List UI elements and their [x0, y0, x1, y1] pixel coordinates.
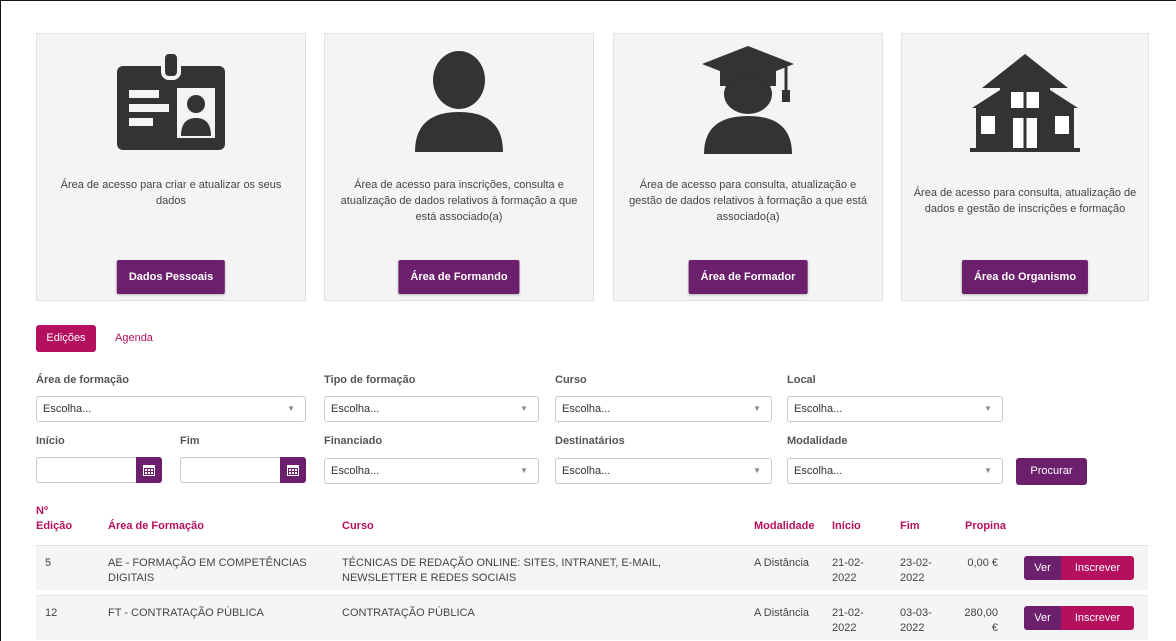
- destinatarios-select[interactable]: Escolha... ▼: [555, 458, 772, 484]
- cell-area: AE - FORMAÇÃO EM COMPETÊNCIAS DIGITAIS: [108, 556, 307, 586]
- calendar-icon[interactable]: [280, 457, 306, 483]
- building-icon: [902, 52, 1148, 152]
- curso-label: Curso: [555, 374, 587, 386]
- select-value: Escolha...: [562, 465, 611, 477]
- card-description: Área de acesso para inscrições, consulta…: [340, 179, 578, 223]
- card-area-formador: Área de acesso para consulta, atualizaçã…: [613, 33, 883, 301]
- cell-propina: 280,00 €: [964, 606, 998, 636]
- cell-propina-line1: 0,00 €: [967, 557, 998, 569]
- card-area-formando: Área de acesso para inscrições, consulta…: [324, 33, 594, 301]
- select-value: Escolha...: [331, 403, 380, 415]
- card-description: Área de acesso para consulta, atualizaçã…: [629, 179, 867, 223]
- ver-button[interactable]: Ver: [1024, 606, 1061, 630]
- area-formador-button[interactable]: Área de Formador: [688, 260, 808, 294]
- th-curso: Curso: [342, 520, 374, 532]
- area-organismo-button[interactable]: Área do Organismo: [961, 260, 1089, 294]
- card-dados-pessoais: Área de acesso para criar e atualizar os…: [36, 33, 306, 301]
- cell-fim-line2: 2022: [900, 572, 925, 584]
- user-icon: [325, 48, 593, 152]
- table-row: 12 FT - CONTRATAÇÃO PÚBLICA CONTRATAÇÃO …: [36, 595, 1148, 640]
- destinatarios-label: Destinatários: [555, 435, 625, 447]
- inicio-date-input[interactable]: [36, 457, 162, 483]
- cell-area-line1: AE - FORMAÇÃO EM COMPETÊNCIAS: [108, 557, 307, 569]
- cell-fim-line1: 03-03-: [900, 607, 932, 619]
- cell-inicio-line1: 21-02-: [832, 557, 864, 569]
- graduate-icon: [614, 42, 882, 154]
- cell-modalidade: A Distância: [754, 557, 810, 569]
- chevron-down-icon: ▼: [753, 404, 761, 413]
- chevron-down-icon: ▼: [520, 404, 528, 413]
- th-edicao-line1: Nº: [36, 505, 48, 517]
- fim-label: Fim: [180, 435, 200, 447]
- cell-modalidade: A Distância: [754, 607, 810, 619]
- tipo-formacao-select[interactable]: Escolha... ▼: [324, 396, 539, 422]
- cell-inicio: 21-02- 2022: [832, 556, 864, 586]
- cell-fim-line2: 2022: [900, 622, 925, 634]
- cell-propina-line2: €: [991, 622, 998, 634]
- th-area: Área de Formação: [108, 520, 204, 532]
- inscrever-button[interactable]: Inscrever: [1061, 606, 1134, 630]
- th-fim: Fim: [900, 520, 920, 532]
- chevron-down-icon: ▼: [753, 466, 761, 475]
- chevron-down-icon: ▼: [984, 404, 992, 413]
- local-select[interactable]: Escolha... ▼: [787, 396, 1003, 422]
- chevron-down-icon: ▼: [984, 466, 992, 475]
- card-description: Área de acesso para consulta, atualizaçã…: [913, 187, 1137, 215]
- procurar-button[interactable]: Procurar: [1016, 458, 1087, 485]
- tab-agenda[interactable]: Agenda: [115, 325, 153, 352]
- th-inicio: Início: [832, 520, 861, 532]
- id-card-icon: [37, 48, 305, 152]
- tab-edicoes[interactable]: Edições: [36, 325, 96, 352]
- cell-propina-line1: 280,00: [964, 607, 998, 619]
- area-formacao-select[interactable]: Escolha... ▼: [36, 396, 306, 422]
- cell-propina: 0,00 €: [967, 556, 998, 571]
- table-row: 5 AE - FORMAÇÃO EM COMPETÊNCIAS DIGITAIS…: [36, 545, 1148, 590]
- tipo-formacao-label: Tipo de formação: [324, 374, 416, 386]
- cell-curso-line2: NEWSLETTER E REDES SOCIAIS: [342, 572, 517, 584]
- ver-button[interactable]: Ver: [1024, 556, 1061, 580]
- cell-fim: 23-02- 2022: [900, 556, 932, 586]
- area-formando-button[interactable]: Área de Formando: [398, 260, 520, 294]
- cell-curso-line1: CONTRATAÇÃO PÚBLICA: [342, 607, 475, 619]
- cell-area: FT - CONTRATAÇÃO PÚBLICA: [108, 606, 264, 621]
- th-edicao-line2: Edição: [36, 520, 73, 532]
- area-formacao-label: Área de formação: [36, 374, 129, 386]
- cell-edicao: 12: [45, 607, 58, 619]
- cell-fim-line1: 23-02-: [900, 557, 932, 569]
- curso-select[interactable]: Escolha... ▼: [555, 396, 772, 422]
- cell-inicio-line2: 2022: [832, 572, 857, 584]
- select-value: Escolha...: [43, 403, 92, 415]
- select-value: Escolha...: [331, 465, 380, 477]
- cell-inicio-line1: 21-02-: [832, 607, 864, 619]
- cell-fim: 03-03- 2022: [900, 606, 932, 636]
- chevron-down-icon: ▼: [287, 404, 295, 413]
- cell-curso-line1: TÉCNICAS DE REDAÇÃO ONLINE: SITES, INTRA…: [342, 557, 662, 569]
- cell-area-line1: FT - CONTRATAÇÃO PÚBLICA: [108, 607, 264, 619]
- dados-pessoais-button[interactable]: Dados Pessoais: [116, 260, 226, 294]
- th-edicao: Nº Edição: [36, 504, 72, 534]
- cell-edicao: 5: [45, 557, 52, 569]
- modalidade-label: Modalidade: [787, 435, 848, 447]
- cell-curso: CONTRATAÇÃO PÚBLICA: [342, 606, 475, 621]
- th-propina: Propina: [965, 520, 1006, 532]
- local-label: Local: [787, 374, 816, 386]
- select-value: Escolha...: [794, 403, 843, 415]
- card-area-organismo: Área de acesso para consulta, atualizaçã…: [901, 33, 1149, 301]
- cell-area-line2: DIGITAIS: [108, 572, 155, 584]
- cell-inicio-line2: 2022: [832, 622, 857, 634]
- th-modalidade: Modalidade: [754, 520, 815, 532]
- select-value: Escolha...: [562, 403, 611, 415]
- fim-date-input[interactable]: [180, 457, 306, 483]
- modalidade-select[interactable]: Escolha... ▼: [787, 458, 1003, 484]
- financiado-label: Financiado: [324, 435, 383, 447]
- financiado-select[interactable]: Escolha... ▼: [324, 458, 539, 484]
- calendar-icon[interactable]: [136, 457, 162, 483]
- card-description: Área de acesso para criar e atualizar os…: [60, 179, 282, 207]
- select-value: Escolha...: [794, 465, 843, 477]
- cell-inicio: 21-02- 2022: [832, 606, 864, 636]
- inicio-label: Início: [36, 435, 65, 447]
- chevron-down-icon: ▼: [520, 466, 528, 475]
- inscrever-button[interactable]: Inscrever: [1061, 556, 1134, 580]
- cell-curso: TÉCNICAS DE REDAÇÃO ONLINE: SITES, INTRA…: [342, 556, 661, 586]
